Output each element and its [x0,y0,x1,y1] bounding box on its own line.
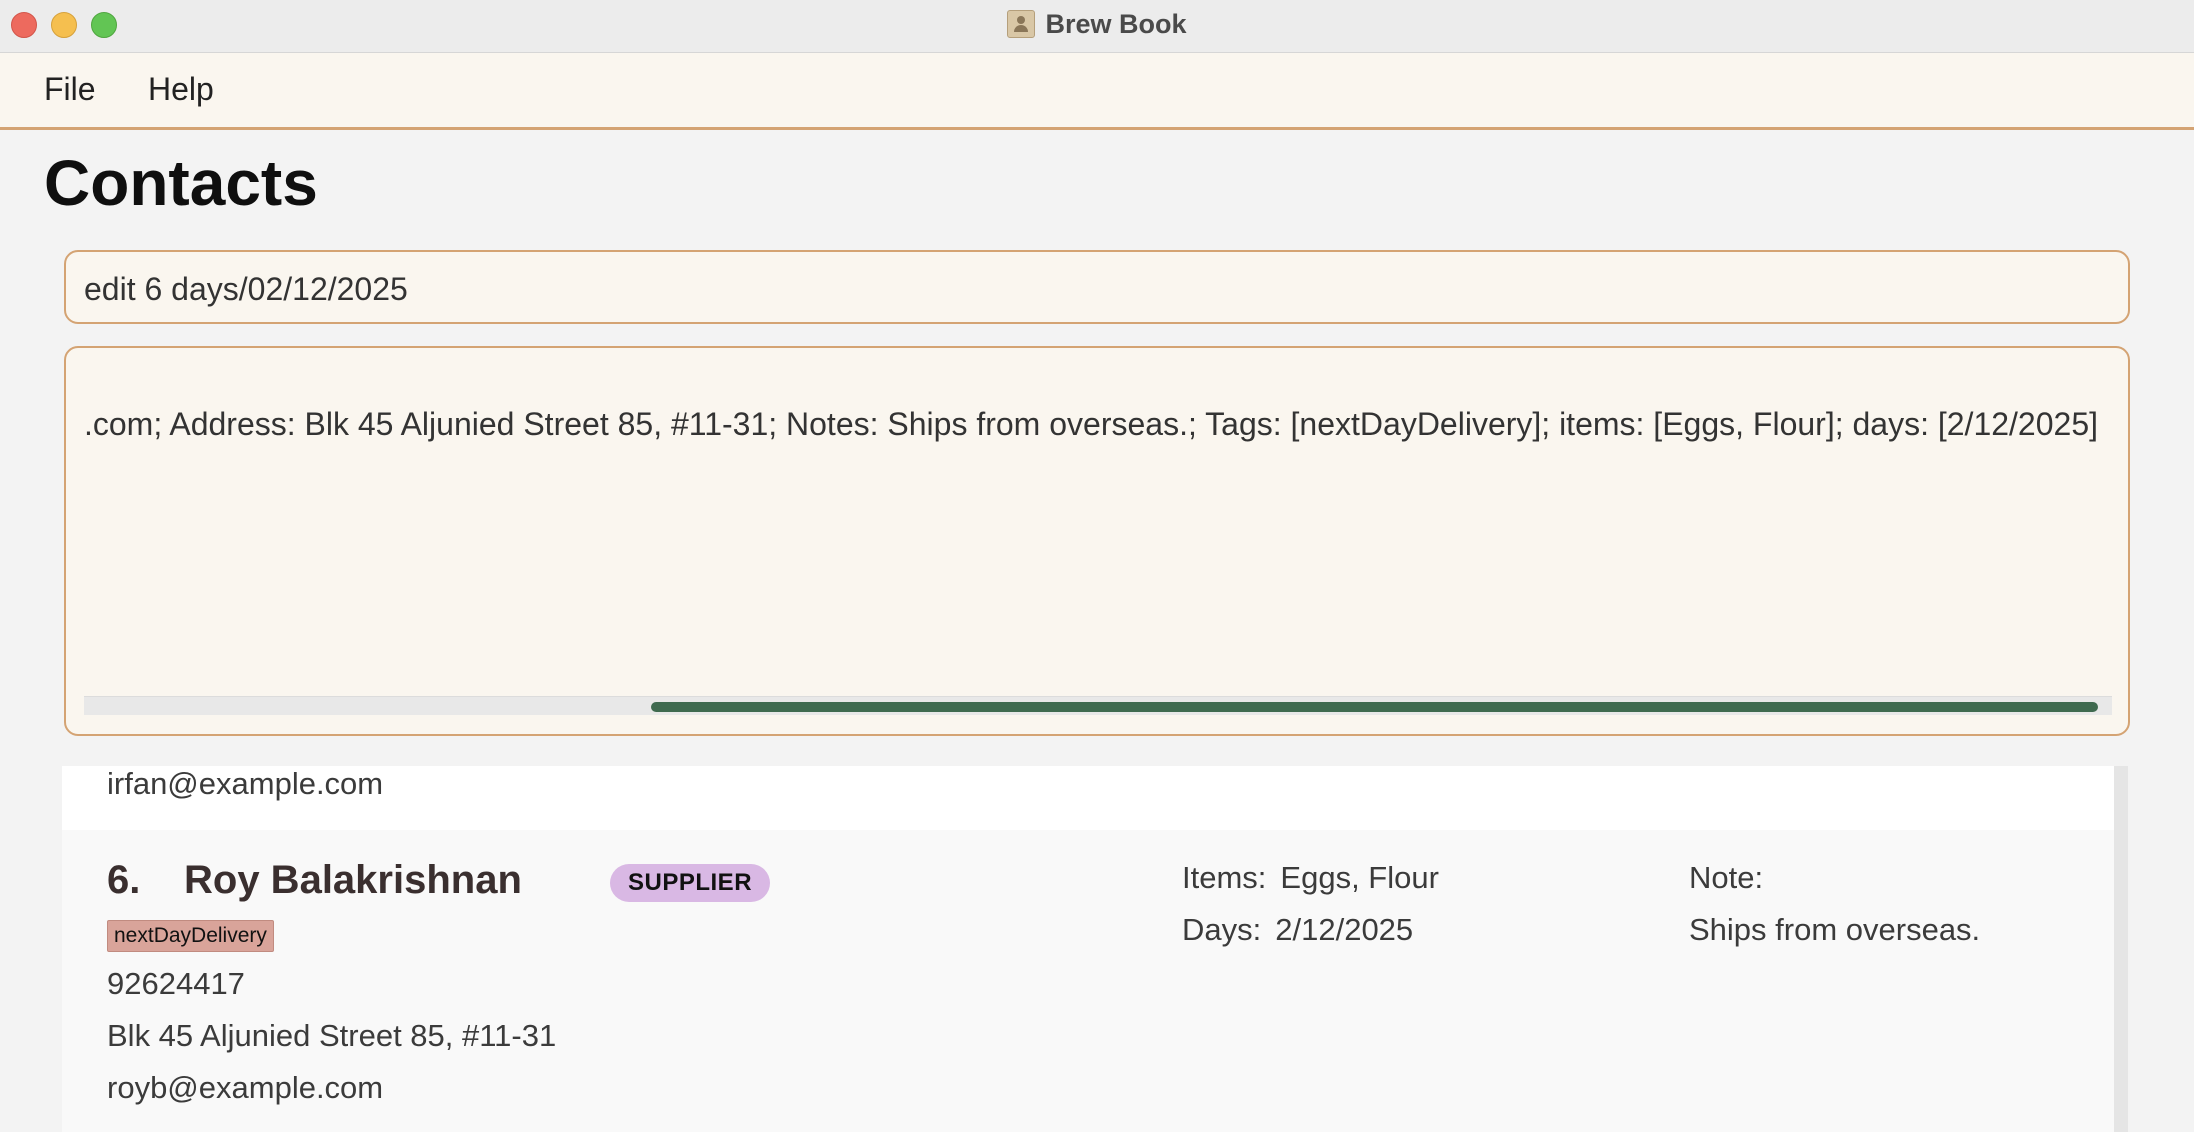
command-input[interactable]: edit 6 days/02/12/2025 [64,250,2130,324]
items-row: Items: Eggs, Flour [1182,860,1439,912]
page-title: Contacts [44,147,318,219]
days-label: Days: [1182,912,1262,947]
note-details: Note: Ships from overseas. [1689,860,1980,964]
contact-email: royb@example.com [107,1070,384,1105]
days-value: 2/12/2025 [1275,912,1414,947]
items-label: Items: [1182,860,1267,895]
contact-email: irfan@example.com [107,766,384,801]
window-title-group: Brew Book [0,0,2194,48]
contact-card-partial[interactable]: irfan@example.com [62,766,2118,830]
contact-card[interactable]: 6. Roy Balakrishnan SUPPLIER nextDayDeli… [62,830,2118,1132]
supply-details: Items: Eggs, Flour Days: 2/12/2025 [1182,860,1439,964]
contact-tag: nextDayDelivery [107,920,274,952]
window-title: Brew Book [1045,8,1187,39]
contact-list[interactable]: irfan@example.com 6. Roy Balakrishnan SU… [62,766,2128,1132]
horizontal-scrollbar[interactable] [84,696,2112,715]
command-input-value[interactable]: edit 6 days/02/12/2025 [84,271,408,308]
horizontal-scrollbar-thumb[interactable] [651,702,2098,712]
address-book-icon [1007,10,1036,38]
menu-help[interactable]: Help [148,71,214,108]
days-row: Days: 2/12/2025 [1182,912,1439,964]
menu-file[interactable]: File [44,71,96,108]
contact-phone: 92624417 [107,966,245,1001]
note-label: Note: [1689,860,1764,895]
note-value: Ships from overseas. [1689,912,1981,947]
contact-address: Blk 45 Aljunied Street 85, #11-31 [107,1018,557,1053]
title-bar: Brew Book [0,0,2194,53]
vertical-scrollbar[interactable] [2114,766,2128,1132]
role-badge: SUPPLIER [610,864,771,902]
items-value: Eggs, Flour [1280,860,1439,895]
app-window: Brew Book File Help Contacts edit 6 days… [0,0,2194,1132]
result-text: mple.com; Address: Blk 45 Aljunied Stree… [84,406,2098,442]
result-display[interactable]: mple.com; Address: Blk 45 Aljunied Stree… [64,346,2130,736]
menu-bar: File Help [0,53,2194,130]
contact-index: 6. [107,858,141,902]
contact-name: Roy Balakrishnan [184,858,522,902]
result-viewport: mple.com; Address: Blk 45 Aljunied Stree… [84,398,2112,458]
